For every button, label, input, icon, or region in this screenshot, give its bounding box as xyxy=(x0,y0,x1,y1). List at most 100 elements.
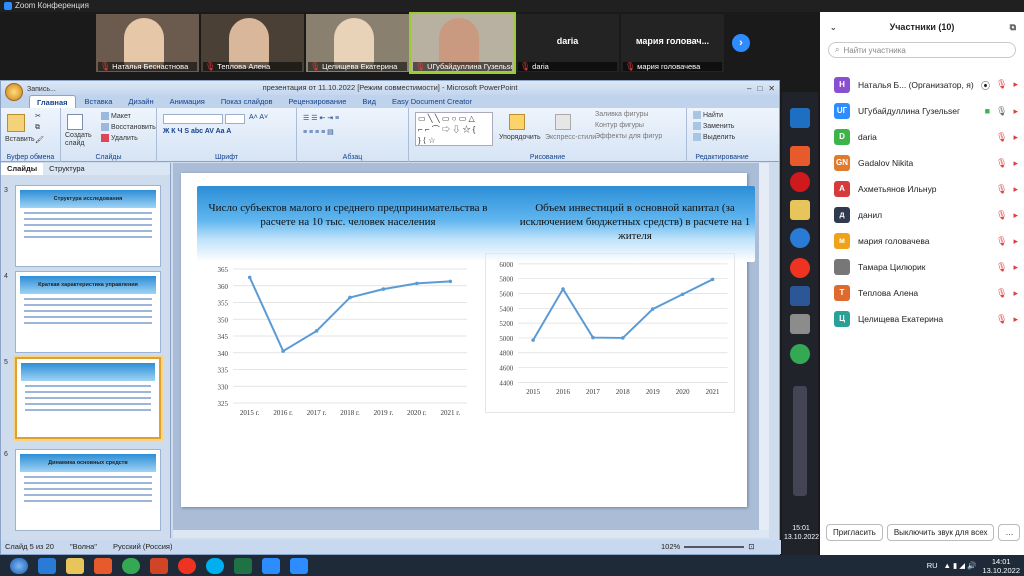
powerpoint-taskbar-icon[interactable] xyxy=(150,557,168,574)
mute-all-button[interactable]: Выключить звук для всех xyxy=(886,524,995,541)
video-tile[interactable]: 🎙 UГубайдуллина Гузельsег xyxy=(409,12,516,74)
shape-effects-button[interactable]: Эффекты для фигур xyxy=(595,133,662,140)
tab-outline[interactable]: Структура xyxy=(43,163,91,175)
popout-icon[interactable]: ⧉ xyxy=(1010,22,1016,33)
participant-row[interactable]: Ц Целищева Екатерина 🎙 ▸ xyxy=(820,306,1024,332)
ribbon-tab[interactable]: Вставка xyxy=(78,95,120,108)
participant-row[interactable]: Н Наталья Б... (Организатор, я) ⦿ 🎙 ▸ xyxy=(820,72,1024,98)
shape-outline-button[interactable]: Контур фигуры xyxy=(595,122,644,129)
grow-font-icon[interactable]: A˄ A˅ xyxy=(249,114,268,121)
find-button[interactable]: Найти xyxy=(693,111,723,119)
ribbon-tab[interactable]: Easy Document Creator xyxy=(385,95,479,108)
arrange-icon[interactable] xyxy=(509,114,525,130)
font-name-box[interactable] xyxy=(163,114,223,124)
chrome-icon[interactable] xyxy=(790,344,810,364)
copy-icon[interactable]: ⧉ xyxy=(35,124,40,132)
ribbon-tab[interactable]: Рецензирование xyxy=(281,95,353,108)
opera-icon[interactable] xyxy=(790,172,810,192)
yandex-taskbar-icon[interactable] xyxy=(178,557,196,574)
more-button[interactable]: … xyxy=(998,524,1021,541)
participant-row[interactable]: Ddaria 🎙 ▸ xyxy=(820,124,1024,150)
layout-button[interactable]: Макет xyxy=(101,112,131,120)
participant-row[interactable]: д данил 🎙 ▸ xyxy=(820,202,1024,228)
tab-slides[interactable]: Слайды xyxy=(1,163,44,175)
participant-row[interactable]: UГ UГубайдуллина Гузельsег ■ 🎙 ▸ xyxy=(820,98,1024,124)
zoom-slider[interactable] xyxy=(684,546,745,548)
skype-taskbar-icon[interactable] xyxy=(206,557,224,574)
quick-access-toolbar[interactable]: Запись... xyxy=(27,83,56,97)
language-indicator[interactable]: RU xyxy=(927,561,938,570)
align-buttons[interactable]: ≡ ≡ ≡ ≡ ▤ xyxy=(303,128,334,136)
new-slide-icon[interactable] xyxy=(67,114,83,130)
minimize-icon[interactable]: – xyxy=(747,82,751,96)
yandex-icon[interactable] xyxy=(790,258,810,278)
tray-icons[interactable] xyxy=(793,386,807,496)
participant-row[interactable]: GN Gadalov Nikita 🎙 ▸ xyxy=(820,150,1024,176)
ie-icon[interactable] xyxy=(790,228,810,248)
next-videos-button[interactable]: › xyxy=(732,34,750,52)
folder-icon[interactable] xyxy=(790,200,810,220)
invite-button[interactable]: Пригласить xyxy=(826,524,883,541)
chrome-taskbar-icon[interactable] xyxy=(122,557,140,574)
paste-button[interactable]: Вставить xyxy=(5,136,35,143)
format-painter-icon[interactable]: 🖌 xyxy=(35,136,44,144)
participant-row[interactable]: м мария головачева 🎙 ▸ xyxy=(820,228,1024,254)
participant-row[interactable]: Т Теплова Алена 🎙 ▸ xyxy=(820,280,1024,306)
horizontal-scrollbar[interactable] xyxy=(173,530,769,538)
ribbon-tab[interactable]: Показ слайдов xyxy=(214,95,280,108)
ribbon-tab[interactable]: Анимация xyxy=(163,95,212,108)
start-icon[interactable] xyxy=(10,557,28,574)
slide-thumbnail[interactable] xyxy=(13,355,163,441)
chart-smes[interactable]: 325 330 335 340 345 350 355 360 365 2015 г. 2016 г… xyxy=(211,253,473,433)
excel-taskbar-icon[interactable] xyxy=(234,557,252,574)
paste-icon[interactable] xyxy=(7,114,25,132)
app-icon[interactable] xyxy=(790,146,810,166)
slide-thumbnail[interactable]: Динамика основных средств xyxy=(15,449,161,531)
reset-button[interactable]: Восстановить xyxy=(101,123,156,131)
zoom2-taskbar-icon[interactable] xyxy=(290,557,308,574)
windows-icon[interactable] xyxy=(790,108,810,128)
create-slide-button[interactable]: Создать слайд xyxy=(65,132,95,148)
explorer-taskbar-icon[interactable] xyxy=(66,557,84,574)
chevron-down-icon[interactable]: ⌄ xyxy=(830,23,837,32)
vertical-scrollbar[interactable] xyxy=(759,163,769,530)
zoom-control[interactable]: 102% ⊡ xyxy=(661,540,754,554)
list-buttons[interactable]: ☰ ☰ ⇤ ⇥ ≡ xyxy=(303,114,339,122)
media-taskbar-icon[interactable] xyxy=(94,557,112,574)
quick-styles-button[interactable]: Экспресс-стили xyxy=(545,134,596,141)
video-tile[interactable]: daria 🎙 daria xyxy=(516,14,619,72)
quick-styles-icon[interactable] xyxy=(555,114,571,130)
taskbar-clock[interactable]: 14:01 13.10.2022 xyxy=(982,557,1020,575)
slide-thumbnail[interactable]: Структура исследования xyxy=(15,185,161,267)
participant-search[interactable]: ⌕ Найти участника xyxy=(828,42,1016,58)
slide-thumbnail[interactable]: Краткая характеристика управления xyxy=(15,271,161,353)
video-tile[interactable]: мария головач... 🎙 мария головачева xyxy=(621,14,724,72)
font-format-buttons[interactable]: Ж К Ч S abc AV Aa A xyxy=(163,128,231,135)
ie-taskbar-icon[interactable] xyxy=(38,557,56,574)
close-icon[interactable]: ✕ xyxy=(768,82,775,96)
printer-icon[interactable] xyxy=(790,314,810,334)
zoom-taskbar-icon[interactable] xyxy=(262,557,280,574)
video-tile[interactable]: 🎙 Целищева Екатерина xyxy=(306,14,409,72)
ribbon-tab[interactable]: Вид xyxy=(355,95,383,108)
arrange-button[interactable]: Упорядочить xyxy=(499,134,541,141)
fit-icon[interactable]: ⊡ xyxy=(748,540,754,554)
office-button[interactable] xyxy=(5,83,23,101)
font-size-box[interactable] xyxy=(225,114,245,124)
participant-row[interactable]: Тамара Цилюрик 🎙 ▸ xyxy=(820,254,1024,280)
language[interactable]: Русский (Россия) xyxy=(113,540,173,554)
shapes-gallery[interactable]: ▭ ╲ ╲ ▭ ○ ▭ △ ⌐ ⌐ ⌒ ⇨ ⇩ ☆ {} ⟨ ☆ xyxy=(415,112,493,146)
cut-icon[interactable]: ✂ xyxy=(35,112,41,120)
chart-investments[interactable]: 4400 4600 4800 5000 5200 5400 5600 5800 6000 2015… xyxy=(485,253,735,413)
ribbon-tab[interactable]: Дизайн xyxy=(121,95,160,108)
delete-button[interactable]: Удалить xyxy=(101,134,138,142)
replace-button[interactable]: Заменить xyxy=(693,122,734,130)
slide[interactable]: Число субъектов малого и среднего предпр… xyxy=(181,173,755,507)
video-tile[interactable]: 🎙 Теплова Алена xyxy=(201,14,304,72)
participant-row[interactable]: А Ахметьянов Ильнур 🎙 ▸ xyxy=(820,176,1024,202)
shape-fill-button[interactable]: Заливка фигуры xyxy=(595,111,648,118)
maximize-icon[interactable]: □ xyxy=(757,82,762,96)
word-icon[interactable] xyxy=(790,286,810,306)
video-tile[interactable]: 🎙 Наталья Беснастнова xyxy=(96,14,199,72)
select-button[interactable]: Выделить xyxy=(693,133,735,141)
